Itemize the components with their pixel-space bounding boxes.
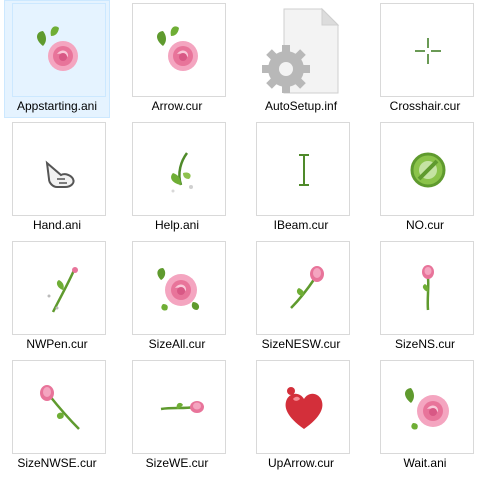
ibeam-icon (256, 122, 350, 216)
rose-diagonal-nwse-icon (12, 360, 106, 454)
file-name: AutoSetup.inf (264, 99, 338, 113)
file-item-nwpen[interactable]: NWPen.cur (4, 238, 110, 356)
file-grid: Appstarting.ani Arrow.cur AutoSetup.inf … (0, 0, 484, 485)
file-item-sizens[interactable]: SizeNS.cur (372, 238, 478, 356)
file-item-sizenesw[interactable]: SizeNESW.cur (248, 238, 354, 356)
file-name: Hand.ani (32, 218, 82, 232)
file-name: NWPen.cur (26, 337, 88, 351)
hand-pointer-icon (12, 122, 106, 216)
rose-icon (380, 360, 474, 454)
file-item-no[interactable]: NO.cur (372, 119, 478, 237)
rose-horizontal-icon (132, 360, 226, 454)
file-name: SizeAll.cur (148, 337, 206, 351)
file-name: SizeNWSE.cur (17, 456, 97, 470)
file-item-wait[interactable]: Wait.ani (372, 357, 478, 475)
file-item-uparrow[interactable]: UpArrow.cur (248, 357, 354, 475)
rose-diagonal-icon (256, 241, 350, 335)
rose-vertical-icon (380, 241, 474, 335)
settings-file-icon (256, 3, 350, 97)
heart-icon (256, 360, 350, 454)
file-item-crosshair[interactable]: Crosshair.cur (372, 0, 478, 118)
file-name: UpArrow.cur (267, 456, 335, 470)
file-item-sizeall[interactable]: SizeAll.cur (124, 238, 230, 356)
file-item-arrow[interactable]: Arrow.cur (124, 0, 230, 118)
file-name: NO.cur (405, 218, 444, 232)
file-item-sizenwse[interactable]: SizeNWSE.cur (4, 357, 110, 475)
file-item-hand[interactable]: Hand.ani (4, 119, 110, 237)
file-name: Wait.ani (403, 456, 447, 470)
file-name: SizeWE.cur (145, 456, 209, 470)
file-name: SizeNS.cur (394, 337, 456, 351)
file-item-sizewe[interactable]: SizeWE.cur (124, 357, 230, 475)
rose-icon (12, 3, 106, 97)
rose-icon (132, 241, 226, 335)
leaf-sprout-icon (132, 122, 226, 216)
crosshair-icon (380, 3, 474, 97)
file-name: IBeam.cur (273, 218, 329, 232)
no-sign-icon (380, 122, 474, 216)
file-item-help[interactable]: Help.ani (124, 119, 230, 237)
file-name: Crosshair.cur (389, 99, 461, 113)
file-name: Appstarting.ani (16, 99, 98, 113)
file-item-autosetup[interactable]: AutoSetup.inf (248, 0, 354, 118)
file-item-appstarting[interactable]: Appstarting.ani (4, 0, 110, 118)
file-name: Help.ani (154, 218, 200, 232)
rose-stem-pen-icon (12, 241, 106, 335)
file-name: Arrow.cur (151, 99, 203, 113)
file-name: SizeNESW.cur (261, 337, 341, 351)
file-item-ibeam[interactable]: IBeam.cur (248, 119, 354, 237)
rose-icon (132, 3, 226, 97)
